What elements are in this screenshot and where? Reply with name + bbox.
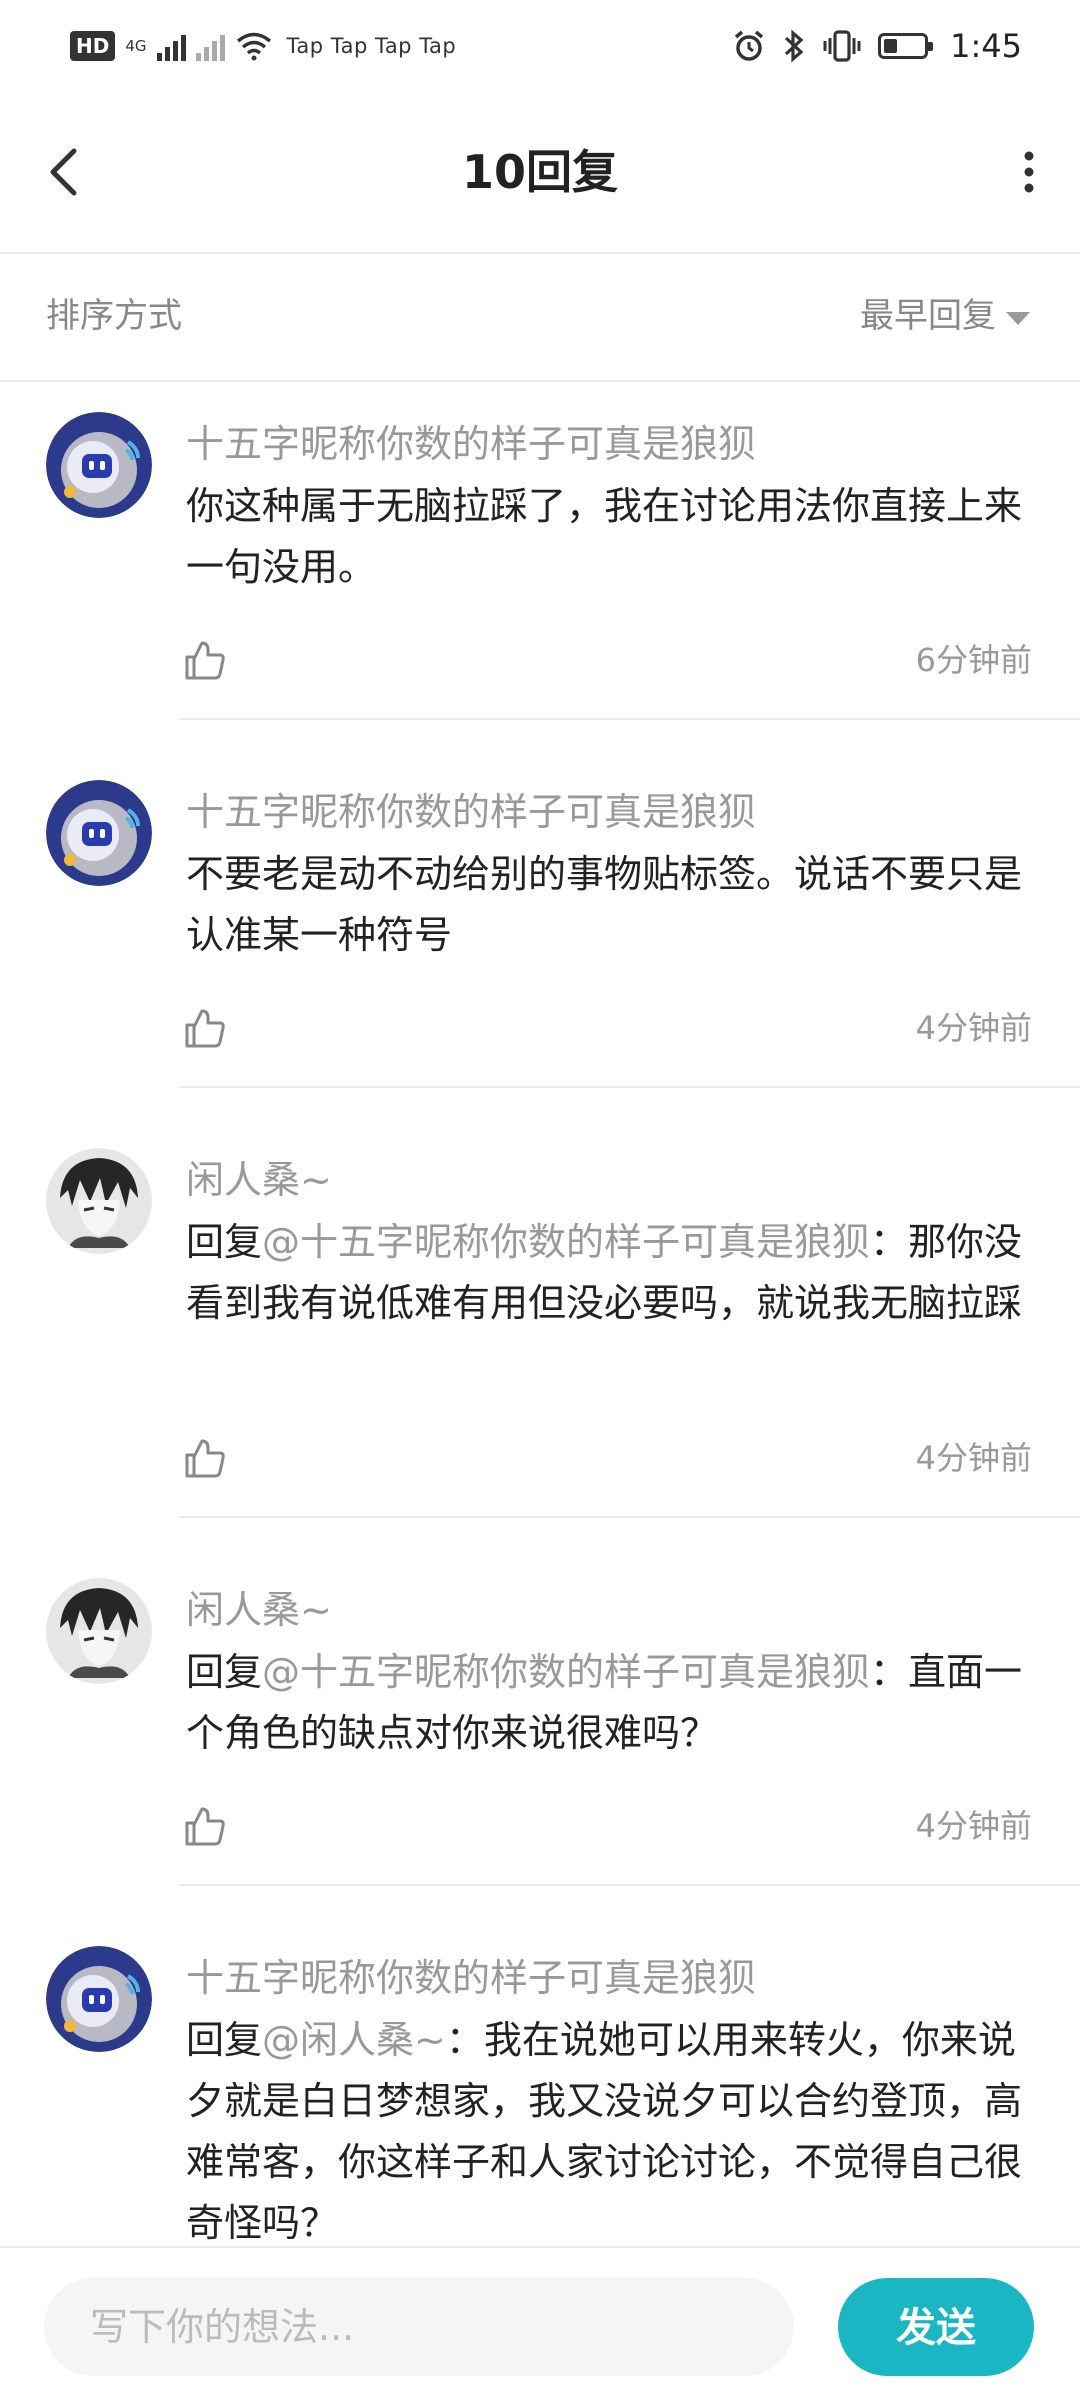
alarm-icon [735, 30, 764, 61]
clock-time: 1:45 [950, 27, 1022, 65]
sort-value-label: 最早回复 [860, 296, 996, 336]
comment-username[interactable]: 闲人桑~ [186, 1582, 332, 1638]
mention-link[interactable]: @十五字昵称你数的样子可真是狼狈 [262, 1650, 870, 1694]
sort-label: 排序方式 [46, 296, 182, 336]
more-vertical-icon [1024, 151, 1034, 193]
hd-icon: HD [70, 31, 116, 61]
signal-icon-secondary [195, 31, 225, 61]
comment-text: 回复@闲人桑~：我在说她可以用来转火，你来说夕就是白日梦想家，我又没说夕可以合约… [186, 2010, 1036, 2244]
sort-dropdown[interactable]: 最早回复 [860, 292, 1030, 340]
reply-prefix: 回复 [186, 1220, 263, 1264]
header: 10回复 [0, 92, 1080, 254]
divider [178, 1086, 1080, 1088]
avatar[interactable] [46, 412, 152, 518]
mention-link[interactable]: @十五字昵称你数的样子可真是狼狈 [262, 1220, 870, 1264]
comment-username[interactable]: 十五字昵称你数的样子可真是狼狈 [186, 416, 756, 472]
robot-avatar-icon [46, 780, 152, 886]
comment-time: 4分钟前 [915, 1009, 1032, 1047]
comment-item: 十五字昵称你数的样子可真是狼狈 不要老是动不动给别的事物贴标签。说话不要只是认准… [0, 750, 1080, 1118]
dropdown-triangle-icon [1006, 311, 1030, 325]
thumbs-up-icon[interactable] [183, 1804, 227, 1848]
page-title: 10回复 [461, 145, 618, 199]
avatar[interactable] [46, 1578, 152, 1684]
comment-body: 不要老是动不动给别的事物贴标签。说话不要只是认准某一种符号 [186, 852, 1023, 957]
status-right: 1:45 [732, 24, 1022, 68]
comment-username[interactable]: 十五字昵称你数的样子可真是狼狈 [186, 784, 756, 840]
status-left: HD 4G Tap Tap Tap Tap [70, 26, 456, 66]
comment-time: 4分钟前 [915, 1807, 1032, 1845]
more-options-button[interactable] [1004, 137, 1054, 207]
comment-text: 回复@十五字昵称你数的样子可真是狼狈：直面一个角色的缺点对你来说很难吗？ [186, 1642, 1036, 1764]
avatar[interactable] [46, 780, 152, 886]
divider [178, 1884, 1080, 1886]
comment-item: 十五字昵称你数的样子可真是狼狈 回复@闲人桑~：我在说她可以用来转火，你来说夕就… [0, 1916, 1080, 2244]
divider [178, 718, 1080, 720]
bluetooth-icon [785, 29, 804, 63]
mention-link[interactable]: @闲人桑~ [262, 2018, 446, 2062]
thumbs-up-icon[interactable] [183, 1006, 227, 1050]
comment-item: 十五字昵称你数的样子可真是狼狈 你这种属于无脑拉踩了，我在讨论用法你直接上来一句… [0, 382, 1080, 750]
divider [178, 1516, 1080, 1518]
anime-avatar-icon [46, 1578, 152, 1684]
reply-prefix: 回复 [186, 1650, 263, 1694]
comment-input-bar: 发送 [0, 2246, 1080, 2402]
comment-input[interactable] [44, 2278, 794, 2376]
thumbs-up-icon[interactable] [183, 1436, 227, 1480]
thumbs-up-icon[interactable] [183, 638, 227, 682]
comment-item: 闲人桑~ 回复@十五字昵称你数的样子可真是狼狈：直面一个角色的缺点对你来说很难吗… [0, 1548, 1080, 1916]
comment-time: 4分钟前 [915, 1439, 1032, 1477]
battery-icon [878, 33, 934, 59]
sort-bar: 排序方式 最早回复 [0, 252, 1080, 382]
comment-text: 你这种属于无脑拉踩了，我在讨论用法你直接上来一句没用。 [186, 476, 1036, 598]
comment-time: 6分钟前 [915, 641, 1032, 679]
reply-prefix: 回复 [186, 2018, 263, 2062]
tap-notification-text: Tap Tap Tap Tap [286, 34, 457, 58]
comment-list[interactable]: 十五字昵称你数的样子可真是狼狈 你这种属于无脑拉踩了，我在讨论用法你直接上来一句… [0, 382, 1080, 2244]
comment-item: 闲人桑~ 回复@十五字昵称你数的样子可真是狼狈：那你没看到我有说低难有用但没必要… [0, 1118, 1080, 1548]
status-bar: HD 4G Tap Tap Tap Tap 1:45 [0, 0, 1080, 92]
comment-text: 不要老是动不动给别的事物贴标签。说话不要只是认准某一种符号 [186, 844, 1036, 966]
signal-icon [156, 31, 186, 61]
comment-username[interactable]: 闲人桑~ [186, 1152, 332, 1208]
comment-username[interactable]: 十五字昵称你数的样子可真是狼狈 [186, 1950, 756, 2006]
comment-body: 你这种属于无脑拉踩了，我在讨论用法你直接上来一句没用。 [186, 484, 1023, 589]
robot-avatar-icon [46, 412, 152, 518]
network-type: 4G [125, 37, 147, 55]
send-button[interactable]: 发送 [838, 2278, 1034, 2376]
wifi-icon [236, 32, 271, 61]
vibrate-icon [823, 30, 861, 62]
comment-text: 回复@十五字昵称你数的样子可真是狼狈：那你没看到我有说低难有用但没必要吗，就说我… [186, 1212, 1036, 1334]
robot-avatar-icon [46, 1946, 152, 2052]
avatar[interactable] [46, 1946, 152, 2052]
anime-avatar-icon [46, 1148, 152, 1254]
avatar[interactable] [46, 1148, 152, 1254]
